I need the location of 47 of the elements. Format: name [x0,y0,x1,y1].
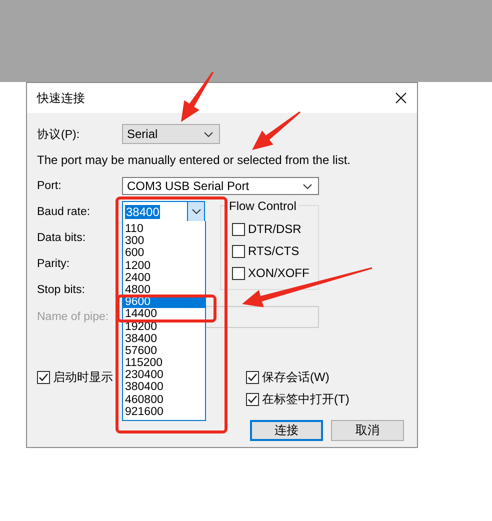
checkbox-label: 在标签中打开(T) [262,390,350,408]
list-option[interactable]: 300 [123,235,205,248]
field-label: Baud rate: [37,206,92,218]
checkbox-label: DTR/DSR [248,222,302,236]
checkbox[interactable] [246,370,259,384]
list-option[interactable]: 921600 [123,406,205,418]
chevron-icon [204,132,213,136]
baud-rate-dropdown[interactable]: 38400 [122,201,205,222]
field-label: Parity: [37,258,71,270]
list-option[interactable]: 230400 [123,369,205,382]
close-icon[interactable] [395,92,407,104]
checkbox-label: XON/XOFF [248,266,310,280]
field-label: 协议(P): [37,127,81,142]
list-option[interactable]: 1200 [123,260,205,272]
list-option[interactable]: 2400 [123,272,205,284]
chevron-icon [192,209,200,214]
protocol-dropdown[interactable]: Serial [122,124,220,144]
list-option[interactable]: 110 [123,223,205,236]
list-option[interactable]: 38400 [123,332,205,345]
list-option[interactable]: 14400 [123,308,205,320]
checkbox[interactable] [232,222,245,236]
checkbox-label: 保存会话(W) [262,368,330,386]
annotation-arrow [181,72,214,122]
dialog-button[interactable]: 连接 [250,420,323,441]
list-option[interactable]: 115200 [123,357,205,370]
checkbox[interactable] [246,392,259,406]
field-label: Name of pipe: [37,311,110,323]
checkbox-label: RTS/CTS [248,244,300,258]
checkbox[interactable] [37,370,50,384]
list-option[interactable]: 380400 [123,381,205,394]
list-option[interactable]: 460800 [123,394,205,406]
field-label: Data bits: [37,232,87,244]
field-label: Stop bits: [37,284,86,296]
hint-text: The port may be manually entered or selected from the list. [37,153,350,168]
list-option[interactable]: 4800 [123,284,205,296]
checkbox[interactable] [232,244,245,258]
list-option[interactable]: 600 [123,247,205,260]
window-title: 快速连接 [37,90,85,106]
list-option[interactable]: 57600 [123,344,205,358]
dialog-button[interactable]: 取消 [331,420,404,441]
checkbox-label: 启动时显示 [53,368,113,386]
field-label: Port: [37,180,62,192]
checkbox[interactable] [232,266,245,280]
port-dropdown[interactable]: COM3 USB Serial Port [122,177,319,195]
chevron-icon [303,184,312,188]
annotation-arrow [252,111,300,150]
group-title: Flow Control [227,199,298,213]
